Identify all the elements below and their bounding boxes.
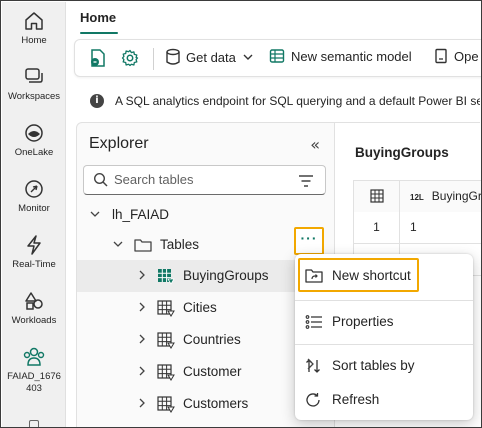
rail-item-workspaces[interactable]: Workspaces: [2, 66, 66, 103]
ribbon-toolbar: Get data New semantic model Ope: [74, 39, 481, 77]
tab-home[interactable]: Home: [80, 10, 116, 25]
tree-label: Countries: [183, 332, 241, 347]
menu-item-label: Sort tables by: [332, 358, 415, 373]
tree-label: Cities: [183, 300, 217, 315]
properties-icon: [305, 315, 322, 329]
explorer-title: Explorer: [89, 135, 149, 152]
rail-item-home[interactable]: Home: [2, 10, 66, 47]
chevron-right-icon[interactable]: [137, 334, 147, 344]
column-type-badge: 12L: [410, 193, 424, 202]
realtime-icon: [27, 235, 41, 255]
rail-item-onelake[interactable]: OneLake: [2, 122, 66, 159]
chevron-right-icon: [307, 358, 314, 370]
search-box: [83, 165, 326, 195]
rail-label: Real-Time: [12, 259, 56, 270]
rail-label: Home: [21, 35, 47, 46]
menu-divider: [295, 300, 473, 301]
delta-table-icon: [157, 396, 175, 413]
column-header[interactable]: 12L BuyingGr: [400, 181, 482, 212]
table-grid-icon: [369, 189, 384, 203]
tree-label: Tables: [160, 237, 200, 252]
tree-label: Customer: [183, 364, 242, 379]
rail-item-workspace-faiad[interactable]: FAIAD_1676 403: [2, 346, 66, 395]
chevron-right-icon[interactable]: [137, 398, 147, 408]
preview-title: BuyingGroups: [355, 145, 449, 160]
context-menu: New shortcut Properties Sort tables by R…: [295, 254, 473, 420]
rail-item-monitor[interactable]: Monitor: [2, 178, 66, 215]
more-options-button[interactable]: ···: [294, 227, 324, 255]
tree-label: lh_FAIAD: [112, 207, 170, 222]
notebook-icon: [91, 49, 105, 67]
rail-label: Workloads: [11, 315, 57, 326]
database-icon: [166, 48, 180, 65]
semantic-model-icon: [269, 49, 285, 63]
grid-header-row: 12L BuyingGr: [354, 180, 482, 212]
chevron-down-icon[interactable]: [90, 209, 100, 219]
info-bar: i A SQL analytics endpoint for SQL query…: [67, 87, 480, 115]
grid-corner[interactable]: [354, 181, 400, 212]
delta-table-icon: [157, 364, 175, 381]
chevron-down-icon: [243, 54, 253, 60]
rail-label-line2: 403: [26, 383, 42, 394]
rail-label: Workspaces: [7, 91, 61, 102]
delta-table-icon: [158, 269, 175, 285]
settings-button[interactable]: [121, 49, 139, 67]
chevron-down-icon[interactable]: [113, 239, 123, 249]
menu-item-label: Refresh: [332, 392, 380, 407]
open-button[interactable]: Ope: [434, 48, 479, 64]
get-data-button[interactable]: Get data: [165, 48, 254, 66]
chevron-right-icon[interactable]: [137, 366, 147, 376]
workspace-group-icon: [23, 347, 45, 366]
menu-item-new-shortcut[interactable]: New shortcut: [295, 260, 473, 292]
rail-label: Monitor: [18, 203, 50, 214]
folder-icon: [134, 239, 152, 252]
column-name: BuyingGr: [431, 189, 482, 203]
new-notebook-button[interactable]: [89, 48, 107, 68]
workspaces-icon: [25, 68, 43, 83]
menu-item-properties[interactable]: Properties: [295, 306, 473, 338]
chevron-right-icon[interactable]: [137, 270, 147, 280]
open-icon: [435, 48, 447, 64]
rail-more-icon: [29, 420, 39, 427]
filter-icon[interactable]: [298, 174, 314, 188]
info-icon: i: [90, 94, 104, 108]
menu-item-label: New shortcut: [332, 268, 411, 283]
ribbon-separator: [153, 48, 154, 70]
rail-label: FAIAD_1676: [7, 371, 61, 382]
menu-item-sort-tables[interactable]: Sort tables by: [295, 350, 473, 382]
tree-label: BuyingGroups: [183, 268, 269, 283]
shortcut-folder-icon: [305, 269, 323, 283]
top-bar: Home: [67, 2, 480, 38]
info-text: A SQL analytics endpoint for SQL queryin…: [115, 94, 480, 108]
new-semantic-model-label: New semantic model: [291, 48, 412, 64]
rail-item-workloads[interactable]: Workloads: [2, 290, 66, 327]
app-window: Home Workspaces OneLake Monitor Real-Tim…: [0, 0, 482, 428]
monitor-icon: [25, 180, 43, 198]
left-nav-rail: Home Workspaces OneLake Monitor Real-Tim…: [2, 2, 66, 427]
cell-value: 1: [410, 220, 417, 234]
menu-divider: [295, 344, 473, 345]
menu-item-refresh[interactable]: Refresh: [295, 384, 473, 416]
chevron-right-icon[interactable]: [137, 302, 147, 312]
rail-label: OneLake: [14, 147, 54, 158]
delta-table-icon: [157, 300, 175, 317]
refresh-icon: [306, 393, 320, 407]
onelake-icon: [25, 124, 43, 142]
rail-item-realtime[interactable]: Real-Time: [2, 234, 66, 271]
menu-item-label: Properties: [332, 314, 394, 329]
new-semantic-model-button[interactable]: New semantic model: [269, 48, 412, 64]
row-number: 1: [354, 212, 400, 243]
collapse-panel-icon[interactable]: «: [310, 135, 320, 154]
tab-home-indicator: [80, 32, 118, 34]
open-label: Ope: [454, 48, 479, 64]
get-data-label: Get data: [186, 49, 236, 65]
table-row[interactable]: 1 1: [354, 212, 481, 244]
search-tables-input[interactable]: [114, 172, 284, 187]
workloads-icon: [25, 292, 43, 310]
delta-table-icon: [157, 332, 175, 349]
home-icon: [25, 12, 43, 30]
tree-label: Customers: [183, 396, 249, 411]
gear-icon: [121, 49, 139, 67]
search-icon: [93, 172, 108, 187]
